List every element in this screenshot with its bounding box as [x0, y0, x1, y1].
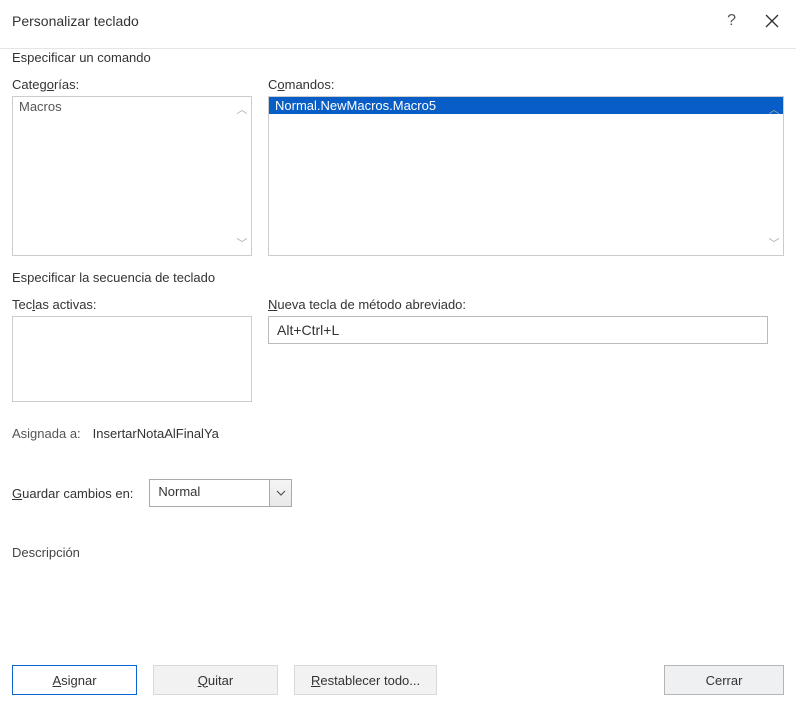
assigned-to-row: Asignada a: InsertarNotaAlFinalYa [12, 426, 784, 441]
categories-listbox[interactable]: Macros ︿ ﹀ [12, 96, 252, 256]
save-changes-row: Guardar cambios en: Normal [12, 479, 784, 507]
chevron-down-icon[interactable]: ﹀ [237, 235, 248, 251]
scrollbar[interactable]: ︿ ﹀ [765, 97, 783, 255]
command-columns: Categorías: Macros ︿ ﹀ Comandos: Normal.… [12, 77, 784, 256]
content-area: Especificar un comando Categorías: Macro… [0, 40, 796, 560]
help-icon[interactable]: ? [727, 12, 736, 30]
keyseq-columns: Teclas activas: ︿﹀ Nueva tecla de método… [12, 297, 784, 402]
chevron-up-icon[interactable]: ︿ [769, 101, 780, 117]
scrollbar[interactable]: ︿﹀ [233, 317, 251, 401]
commands-col: Comandos: Normal.NewMacros.Macro5 ︿ ﹀ [268, 77, 784, 256]
scrollbar[interactable]: ︿ ﹀ [233, 97, 251, 255]
commands-label: Comandos: [268, 77, 784, 92]
titlebar-controls: ? [727, 11, 782, 31]
reset-button: Restablecer todo... [294, 665, 437, 695]
new-key-label: Nueva tecla de método abreviado: [268, 297, 768, 312]
categories-label: Categorías: [12, 77, 252, 92]
chevron-down-icon[interactable]: ﹀ [769, 235, 780, 251]
list-item[interactable]: Macros [13, 97, 251, 116]
assigned-to-value: InsertarNotaAlFinalYa [93, 426, 219, 441]
list-item[interactable]: Normal.NewMacros.Macro5 [269, 97, 783, 114]
dialog-title: Personalizar teclado [12, 13, 139, 29]
save-changes-value: Normal [150, 480, 269, 506]
chevron-up-icon[interactable]: ︿ [237, 101, 248, 117]
close-icon[interactable] [762, 11, 782, 31]
active-keys-col: Teclas activas: ︿﹀ [12, 297, 252, 402]
section-command-title: Especificar un comando [12, 50, 784, 65]
button-row: Asignar Quitar Restablecer todo... Cerra… [12, 665, 784, 695]
assign-button[interactable]: Asignar [12, 665, 137, 695]
assigned-to-label: Asignada a: [12, 426, 81, 441]
save-changes-label: Guardar cambios en: [12, 486, 133, 501]
chevron-down-icon[interactable] [269, 480, 291, 506]
description-title: Descripción [12, 545, 784, 560]
titlebar: Personalizar teclado ? [0, 0, 796, 40]
commands-listbox[interactable]: Normal.NewMacros.Macro5 ︿ ﹀ [268, 96, 784, 256]
active-keys-label: Teclas activas: [12, 297, 252, 312]
remove-button: Quitar [153, 665, 278, 695]
titlebar-divider [0, 48, 796, 49]
categories-col: Categorías: Macros ︿ ﹀ [12, 77, 252, 256]
new-shortcut-input[interactable] [268, 316, 768, 344]
close-button[interactable]: Cerrar [664, 665, 784, 695]
section-keyseq-title: Especificar la secuencia de teclado [12, 270, 784, 285]
new-key-col: Nueva tecla de método abreviado: [268, 297, 768, 402]
save-changes-select[interactable]: Normal [149, 479, 292, 507]
active-keys-listbox[interactable]: ︿﹀ [12, 316, 252, 402]
